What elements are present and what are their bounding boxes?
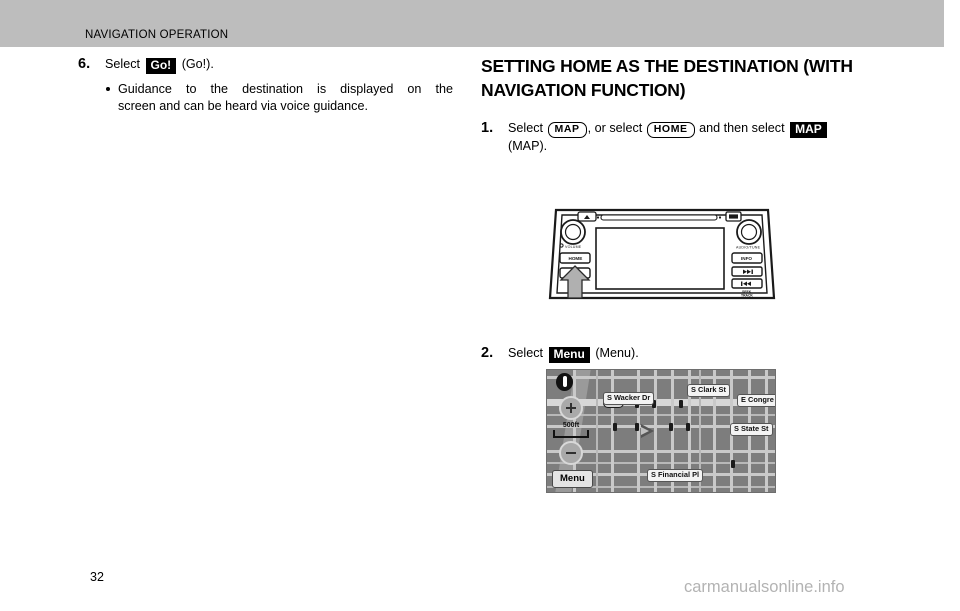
step-1-text-b: , or select (587, 121, 643, 135)
road-v3 (637, 370, 640, 492)
step-6-trailing: (Go!). (181, 57, 214, 71)
home-hardware-key[interactable]: HOME (646, 122, 695, 138)
volume-knob-label: VOLUME (565, 245, 582, 249)
bullet-item-text: Guidance to the destination is displayed… (118, 81, 453, 114)
step-6: 6. Select Go! (Go!). (78, 56, 453, 74)
signal-icon (731, 460, 735, 468)
road-h1 (547, 376, 775, 379)
site-watermark: carmanualsonline.info (684, 578, 845, 596)
page-number: 32 (90, 570, 104, 584)
street-label-s-financial-pl: S Financial Pl (647, 469, 704, 482)
step-6-select-word: Select (105, 57, 141, 71)
signal-icon (669, 423, 673, 431)
go-screen-key[interactable]: Go! (145, 58, 177, 74)
street-label-s-state-st: S State St (730, 423, 773, 436)
step-6-body: Select Go! (Go!). (105, 56, 453, 74)
street-label-s-clark-st: S Clark St (687, 384, 730, 397)
home-button-label: HOME (569, 256, 583, 261)
bullet-line-2: screen and can be heard via voice guidan… (118, 98, 368, 113)
right-content-column: SETTING HOME AS THE DESTINATION (WITH NA… (481, 54, 881, 154)
menu-screen-key[interactable]: Menu (548, 347, 590, 363)
step-1-number: 1. (481, 120, 494, 136)
step-2-number: 2. (481, 345, 494, 361)
section-heading: SETTING HOME AS THE DESTINATION (WITH NA… (481, 56, 853, 100)
signal-icon (686, 423, 690, 431)
signal-icon (635, 423, 639, 431)
step-2: 2. Select Menu (Menu). (481, 345, 881, 363)
map-scale-indicator: 500ft (553, 422, 589, 438)
zoom-out-button[interactable] (559, 441, 583, 465)
info-button-label: INFO (741, 256, 752, 261)
step-2-body: Select Menu (Menu). (508, 345, 881, 363)
signal-icon (613, 423, 617, 431)
signal-icon (679, 400, 683, 408)
street-label-s-wacker-dr: S Wacker Dr (603, 392, 655, 405)
step-2-text-a: Select (508, 346, 544, 360)
track-label-2: TRACK (741, 294, 753, 298)
left-content-column: 6. Select Go! (Go!). Guidance to the des… (78, 56, 453, 114)
step-6-bullet-list: Guidance to the destination is displayed… (105, 81, 453, 114)
step-6-number: 6. (78, 56, 91, 72)
head-unit-svg: VOLUME AUDIO/TUNE HOME MAP INFO SEEK TRA… (548, 208, 776, 300)
disc-slot-icon (729, 214, 738, 219)
road-v2 (611, 370, 614, 492)
bullet-item: Guidance to the destination is displayed… (105, 81, 453, 114)
bullet-line-1: Guidance to the destination is displayed… (118, 82, 453, 96)
map-screenshot[interactable]: 290 S Wacker Dr S Clark St E Congre S St… (546, 369, 776, 493)
compass-north-icon (556, 373, 573, 391)
head-unit-illustration: VOLUME AUDIO/TUNE HOME MAP INFO SEEK TRA… (546, 206, 778, 318)
map-screen-key[interactable]: MAP (790, 122, 827, 138)
map-menu-button[interactable]: Menu (552, 470, 593, 488)
step-1-text-c: and then select (699, 121, 785, 135)
bullet-dot-icon (106, 87, 110, 91)
road-h6 (547, 462, 775, 464)
vehicle-position-arrow-inner (641, 427, 649, 435)
step-1-body: Select MAP, or select HOME and then sele… (508, 120, 881, 154)
audio-tune-knob-label: AUDIO/TUNE (736, 246, 761, 250)
running-header-title: NAVIGATION OPERATION (85, 29, 229, 41)
road-v11 (596, 370, 598, 492)
step-1: 1. Select MAP, or select HOME and then s… (481, 120, 881, 154)
step-1-text-d: (MAP). (508, 139, 548, 153)
map-scale-label: 500ft (562, 422, 580, 429)
map-hardware-key[interactable]: MAP (547, 122, 587, 138)
street-label-e-congress: E Congre (737, 394, 775, 407)
step-1-text-a: Select (508, 121, 544, 135)
step-2-text-b: (Menu). (595, 346, 639, 360)
zoom-in-button[interactable] (559, 396, 583, 420)
